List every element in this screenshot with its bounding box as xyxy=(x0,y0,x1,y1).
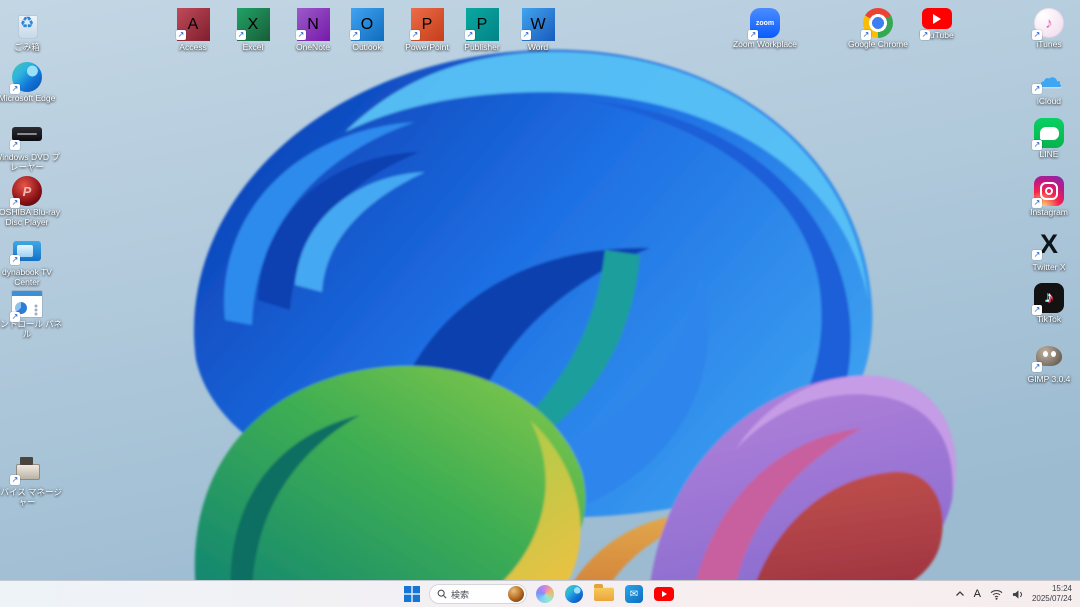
desktop-icon-word[interactable]: ↗ Word xyxy=(502,8,574,53)
shortcut-arrow-icon: ↗ xyxy=(748,30,758,40)
desktop-icon-label: GIMP 3.0.4 xyxy=(1027,374,1071,384)
shortcut-arrow-icon: ↗ xyxy=(10,84,20,94)
shortcut-arrow-icon: ↗ xyxy=(1032,140,1042,150)
desktop-icon-recycle-bin[interactable]: ごみ箱 xyxy=(0,8,63,53)
volume-button[interactable] xyxy=(1009,587,1027,602)
start-button[interactable] xyxy=(402,584,422,604)
desktop-icon-label: Twitter X xyxy=(1032,262,1066,272)
desktop-icon-label: Publisher xyxy=(464,42,500,52)
shortcut-arrow-icon: ↗ xyxy=(296,30,306,40)
clock-button[interactable]: 15:24 2025/07/24 xyxy=(1030,584,1074,604)
desktop-icon-label: Excel xyxy=(242,42,264,52)
desktop-icon-label: Microsoft Edge xyxy=(0,93,56,103)
desktop-icon-layer: ごみ箱 ↗ Access ↗ Excel ↗ OneNote ↗ Outlook ↗ PowerPo… xyxy=(0,0,1080,607)
speaker-icon xyxy=(1012,589,1022,599)
shortcut-arrow-icon: ↗ xyxy=(10,255,20,265)
shortcut-arrow-icon: ↗ xyxy=(1032,30,1042,40)
desktop-icon-label: デバイス マネージャー xyxy=(0,487,62,507)
copilot-icon xyxy=(536,585,554,603)
shortcut-arrow-icon: ↗ xyxy=(10,475,20,485)
shortcut-arrow-icon: ↗ xyxy=(920,30,930,40)
desktop-icon-label: iTunes xyxy=(1036,39,1062,49)
desktop-icon-label: Outlook xyxy=(352,42,382,52)
desktop-icon-windows-dvd-player[interactable]: ↗ Windows DVD プレーヤー xyxy=(0,118,63,173)
ime-mode-button[interactable]: A xyxy=(971,586,984,602)
shortcut-arrow-icon: ↗ xyxy=(236,30,246,40)
shortcut-arrow-icon: ↗ xyxy=(410,30,420,40)
shortcut-arrow-icon: ↗ xyxy=(1032,84,1042,94)
youtube-icon xyxy=(922,8,952,29)
desktop-icon-label: TOSHIBA Blu-ray Disc Player xyxy=(0,207,60,227)
folder-icon xyxy=(594,584,614,601)
desktop-icon-label: コントロール パネル xyxy=(0,319,63,339)
taskbar-center: 検索 xyxy=(402,581,676,607)
recycle-icon xyxy=(11,8,44,41)
desktop-icon-x-twitter[interactable]: ↗ Twitter X xyxy=(1013,228,1080,273)
desktop-icon-label: dynabook TV Center xyxy=(2,267,52,287)
youtube-button[interactable] xyxy=(652,585,676,603)
shortcut-arrow-icon: ↗ xyxy=(10,312,20,322)
desktop-icon-label: LINE xyxy=(1039,149,1059,159)
desktop-icon-label: TikTok xyxy=(1036,314,1062,324)
clock-time: 15:24 xyxy=(1051,584,1072,593)
desktop-icon-label: Instagram xyxy=(1030,207,1068,217)
desktop-icon-label: Google Chrome xyxy=(847,39,908,49)
shortcut-arrow-icon: ↗ xyxy=(861,30,871,40)
copilot-button[interactable] xyxy=(534,583,556,605)
shortcut-arrow-icon: ↗ xyxy=(10,140,20,150)
taskbar-search[interactable]: 検索 xyxy=(429,584,527,604)
shortcut-arrow-icon: ↗ xyxy=(10,198,20,208)
desktop-icon-instagram[interactable]: ↗ Instagram xyxy=(1013,176,1080,218)
desktop-icon-gimp[interactable]: ↗ GIMP 3.0.4 xyxy=(1013,340,1080,385)
search-icon xyxy=(437,589,447,599)
desktop-icon-toshiba-bluray-disc-player[interactable]: ↗TOSHIBA Blu-ray Disc Player xyxy=(0,176,63,228)
outlook-icon xyxy=(625,585,643,603)
wifi-button[interactable] xyxy=(987,587,1006,602)
chevron-up-icon xyxy=(955,591,964,596)
shortcut-arrow-icon: ↗ xyxy=(521,30,531,40)
desktop-icon-dynabook-tv-center[interactable]: ↗ dynabook TV Center xyxy=(0,233,63,288)
desktop: ごみ箱 ↗ Access ↗ Excel ↗ OneNote ↗ Outlook ↗ PowerPo… xyxy=(0,0,1080,607)
edge-icon xyxy=(565,585,583,603)
shortcut-arrow-icon: ↗ xyxy=(1032,305,1042,315)
desktop-icon-itunes[interactable]: ↗iTunes xyxy=(1013,8,1080,50)
desktop-icon-label: PowerPoint xyxy=(405,42,449,52)
desktop-icon-label: Windows DVD プレーヤー xyxy=(0,152,60,172)
shortcut-arrow-icon: ↗ xyxy=(176,30,186,40)
desktop-icon-device-manager[interactable]: ↗ デバイス マネージャー xyxy=(0,453,63,508)
desktop-icon-tiktok[interactable]: ↗TikTok xyxy=(1013,283,1080,325)
system-tray: A 15:24 2025/07/24 xyxy=(952,581,1080,607)
shortcut-arrow-icon: ↗ xyxy=(1032,198,1042,208)
desktop-icon-label: Access xyxy=(179,42,207,52)
desktop-icon-microsoft-edge[interactable]: ↗ Microsoft Edge xyxy=(0,62,63,104)
desktop-icon-label: ごみ箱 xyxy=(14,42,40,52)
file-explorer-button[interactable] xyxy=(592,584,616,603)
shortcut-arrow-icon: ↗ xyxy=(1032,362,1042,372)
desktop-icon-youtube[interactable]: ↗ YouTube xyxy=(901,8,973,41)
clock-date: 2025/07/24 xyxy=(1031,594,1072,603)
search-highlight-image[interactable] xyxy=(508,586,524,602)
desktop-icon-label: Zoom Workplace xyxy=(732,39,798,49)
edge-button[interactable] xyxy=(563,583,585,605)
wifi-icon xyxy=(990,589,1003,600)
shortcut-arrow-icon: ↗ xyxy=(1032,250,1042,260)
desktop-icon-label: Word xyxy=(527,42,549,52)
desktop-icon-label: iCloud xyxy=(1036,96,1062,106)
windows-logo-icon xyxy=(404,586,420,602)
outlook-button[interactable] xyxy=(623,583,645,605)
search-placeholder: 検索 xyxy=(451,589,470,600)
shortcut-arrow-icon: ↗ xyxy=(465,30,475,40)
desktop-icon-zoom-workplace[interactable]: ↗Zoom Workplace xyxy=(729,8,801,50)
desktop-icon-control-panel[interactable]: ↗コントロール パネル xyxy=(0,290,63,340)
taskbar: 検索 A xyxy=(0,580,1080,607)
shortcut-arrow-icon: ↗ xyxy=(350,30,360,40)
desktop-icon-icloud[interactable]: ↗ iCloud xyxy=(1013,62,1080,107)
youtube-icon xyxy=(654,587,674,601)
hidden-icons-button[interactable] xyxy=(952,588,968,600)
desktop-icon-label: OneNote xyxy=(295,42,331,52)
desktop-icon-line[interactable]: ↗ LINE xyxy=(1013,118,1080,160)
